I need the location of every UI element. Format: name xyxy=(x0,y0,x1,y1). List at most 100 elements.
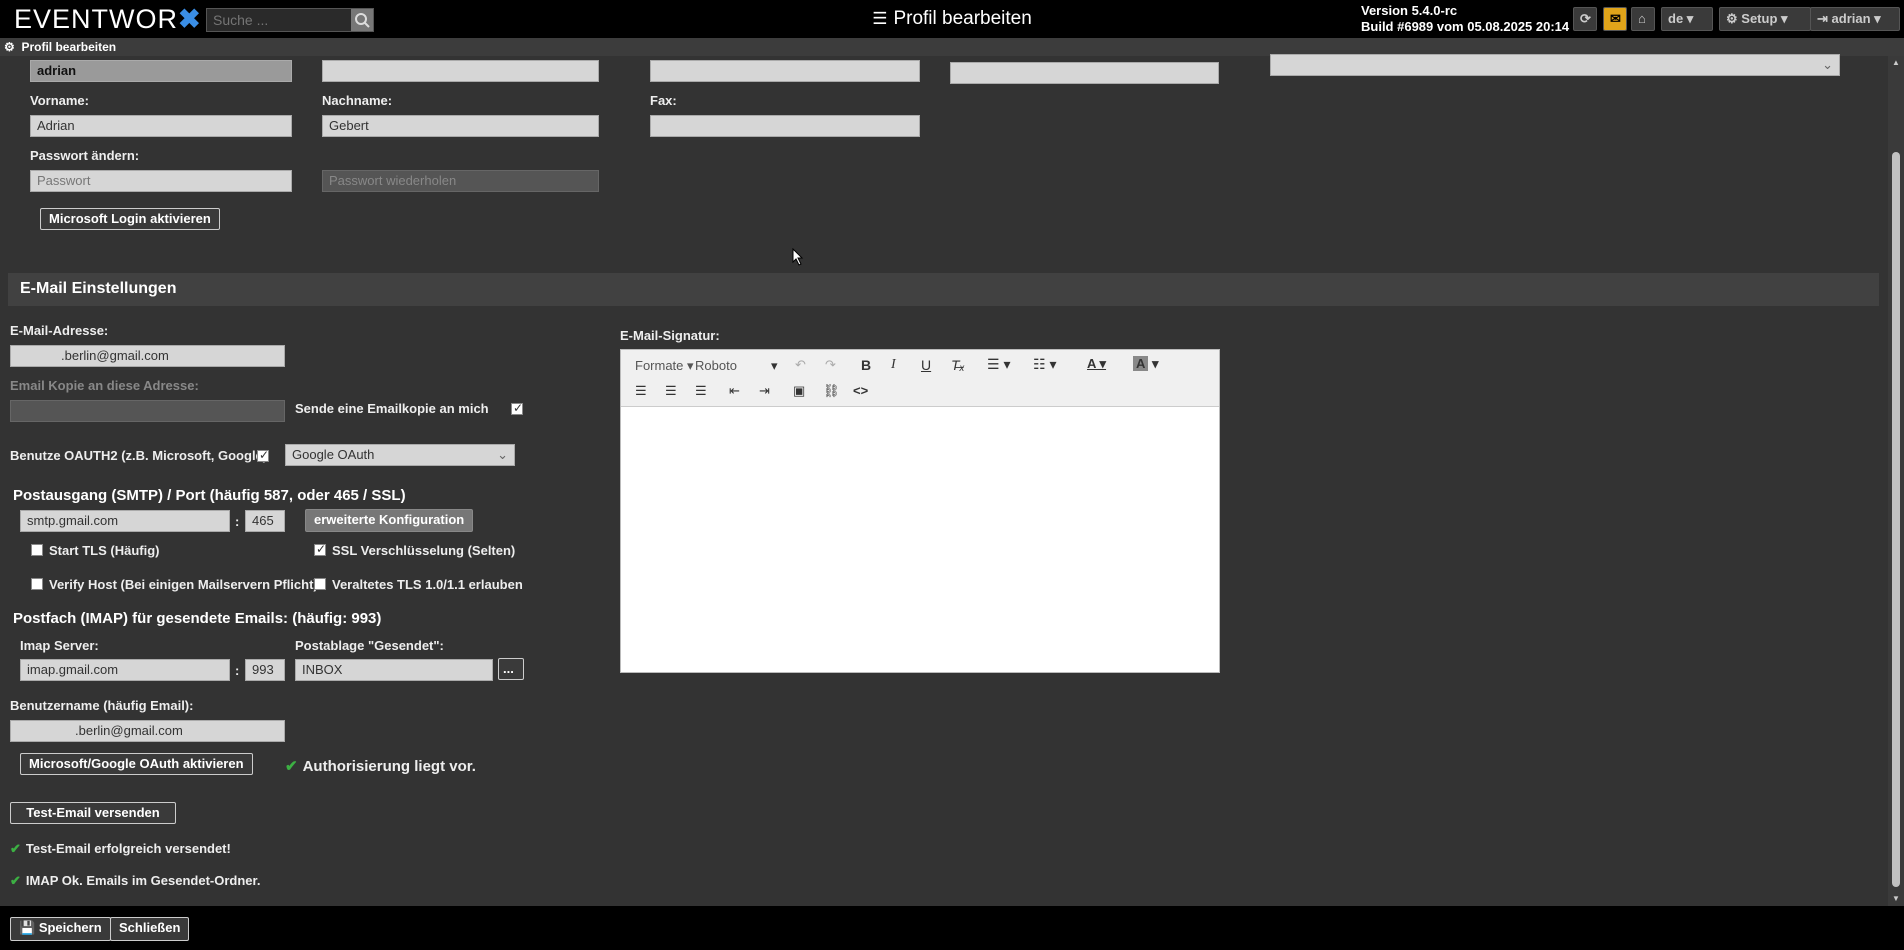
send-copy-label: Sende eine Emailkopie an mich xyxy=(295,401,489,416)
ssl-checkbox[interactable] xyxy=(314,542,326,556)
microsoft-login-button[interactable]: Microsoft Login aktivieren xyxy=(40,208,220,230)
imap-result: ✔ IMAP Ok. Emails im Gesendet-Ordner. xyxy=(10,873,261,888)
chevron-down-icon: ▾ xyxy=(1874,11,1881,26)
verify-host-checkbox[interactable] xyxy=(31,578,43,590)
profile-field-3[interactable] xyxy=(650,60,920,82)
undo-icon[interactable]: ↶ xyxy=(795,357,806,373)
bullet-list-icon[interactable]: ☰ ▾ xyxy=(987,356,1010,373)
logout-icon: ⇥ xyxy=(1817,11,1828,26)
email-username-label: Benutzername (häufig Email): xyxy=(10,698,194,713)
chevron-down-icon: ▾ xyxy=(1686,11,1694,26)
home-button[interactable]: ⌂ xyxy=(1631,7,1655,31)
align-left-icon[interactable]: ☰ xyxy=(635,383,647,399)
imap-server-field[interactable]: imap.gmail.com xyxy=(20,659,230,681)
refresh-icon: ⟳ xyxy=(1580,11,1591,26)
smtp-port-field[interactable]: 465 xyxy=(245,510,285,532)
oauth-checkbox[interactable] xyxy=(257,448,269,462)
scroll-up-icon[interactable]: ▲ xyxy=(1892,58,1900,67)
background-color-icon[interactable]: A ▾ xyxy=(1133,356,1159,372)
mail-button[interactable]: ✉ xyxy=(1603,7,1627,31)
profile-select[interactable]: ⌄ xyxy=(1270,54,1840,76)
starttls-label: Start TLS (Häufig) xyxy=(49,543,160,558)
starttls-checkbox[interactable] xyxy=(31,544,43,556)
fax-field[interactable] xyxy=(650,115,920,137)
mouse-cursor-icon xyxy=(792,248,804,266)
email-address-field[interactable]: .berlin@gmail.com xyxy=(10,345,285,367)
port-separator: : xyxy=(235,514,240,529)
oauth-provider-select[interactable]: Google OAuth ⌄ xyxy=(285,444,515,466)
smtp-server-field[interactable]: smtp.gmail.com xyxy=(20,510,230,532)
formats-dropdown[interactable]: Formate ▾ xyxy=(635,358,694,374)
signature-label: E-Mail-Signatur: xyxy=(620,328,720,343)
gear-icon: ⚙ xyxy=(4,40,15,54)
oauth-activate-button[interactable]: Microsoft/Google OAuth aktivieren xyxy=(20,753,253,775)
send-copy-checkbox[interactable] xyxy=(511,401,523,415)
imap-server-label: Imap Server: xyxy=(20,638,99,653)
firstname-field[interactable]: Adrian xyxy=(30,115,292,137)
italic-icon[interactable]: I xyxy=(891,357,896,373)
outdent-icon[interactable]: ⇤ xyxy=(729,383,740,399)
imap-port-field[interactable]: 993 xyxy=(245,659,285,681)
list-icon: ☰ xyxy=(872,9,888,28)
page-scrollbar[interactable]: ▲ ▼ xyxy=(1888,56,1904,906)
email-copy-field[interactable] xyxy=(10,400,285,422)
numbered-list-icon[interactable]: ☷ ▾ xyxy=(1033,356,1056,373)
old-tls-label: Veraltetes TLS 1.0/1.1 erlauben xyxy=(332,577,523,592)
chevron-down-icon: ⌄ xyxy=(1822,57,1833,72)
floppy-disk-icon: 💾 xyxy=(19,920,36,935)
setup-menu[interactable]: ⚙ Setup ▾ xyxy=(1719,7,1811,31)
old-tls-checkbox[interactable] xyxy=(314,578,326,590)
version-info: Version 5.4.0-rc Build #6989 vom 05.08.2… xyxy=(1361,3,1570,34)
check-icon: ✔ xyxy=(285,758,298,775)
fax-label: Fax: xyxy=(650,93,677,108)
password-field[interactable]: Passwort xyxy=(30,170,292,192)
email-username-field[interactable]: .berlin@gmail.com xyxy=(10,720,285,742)
redo-icon[interactable]: ↷ xyxy=(825,357,836,373)
align-right-icon[interactable]: ☰ xyxy=(695,383,707,399)
mail-icon: ✉ xyxy=(1610,11,1621,26)
profile-field-2[interactable] xyxy=(322,60,599,82)
scroll-down-icon[interactable]: ▼ xyxy=(1892,894,1900,903)
editor-toolbar: Formate ▾ Roboto ▾ ↶ ↷ B I U T̶ₓ ☰ ▾ ☷ ▾… xyxy=(621,350,1219,407)
signature-editor: Formate ▾ Roboto ▾ ↶ ↷ B I U T̶ₓ ☰ ▾ ☷ ▾… xyxy=(620,349,1220,673)
user-menu[interactable]: ⇥ adrian ▾ xyxy=(1810,7,1900,31)
save-button[interactable]: 💾 Speichern xyxy=(10,917,111,941)
image-icon[interactable]: ▣ xyxy=(793,383,805,399)
test-email-button[interactable]: Test-Email versenden xyxy=(10,802,176,824)
bold-icon[interactable]: B xyxy=(861,357,871,373)
underline-icon[interactable]: U xyxy=(921,357,931,373)
gear-icon: ⚙ xyxy=(1726,11,1738,26)
lastname-field[interactable]: Gebert xyxy=(322,115,599,137)
scrollbar-thumb[interactable] xyxy=(1892,152,1900,887)
profile-field-4[interactable] xyxy=(950,62,1219,84)
editor-content-area[interactable] xyxy=(621,407,1219,672)
clear-format-icon[interactable]: T̶ₓ xyxy=(951,357,965,373)
language-select[interactable]: de ▾ xyxy=(1661,7,1713,31)
email-section-header: E-Mail Einstellungen xyxy=(8,273,1879,306)
source-code-icon[interactable]: <> xyxy=(853,383,868,398)
smtp-heading: Postausgang (SMTP) / Port (häufig 587, o… xyxy=(13,487,406,504)
font-dropdown-arrow-icon[interactable]: ▾ xyxy=(771,358,778,374)
username-field[interactable]: adrian xyxy=(30,60,292,82)
oauth-label: Benutze OAUTH2 (z.B. Microsoft, Google) xyxy=(10,448,268,463)
home-icon: ⌂ xyxy=(1638,11,1646,26)
link-icon[interactable]: ⛓ xyxy=(823,383,840,399)
check-icon: ✔ xyxy=(10,873,21,888)
sent-folder-label: Postablage "Gesendet": xyxy=(295,638,444,653)
text-color-icon[interactable]: A ▾ xyxy=(1087,356,1106,372)
top-bar: EVENTWOR✖ ☰Profil bearbeiten Version 5.4… xyxy=(0,0,1904,38)
refresh-button[interactable]: ⟳ xyxy=(1573,7,1597,31)
close-button[interactable]: Schließen xyxy=(110,917,190,941)
indent-icon[interactable]: ⇥ xyxy=(759,383,770,399)
firstname-label: Vorname: xyxy=(30,93,89,108)
browse-folder-button[interactable]: ... xyxy=(498,658,524,680)
advanced-config-button[interactable]: erweiterte Konfiguration xyxy=(305,509,474,532)
email-address-label: E-Mail-Adresse: xyxy=(10,323,109,338)
font-dropdown[interactable]: Roboto xyxy=(695,358,737,373)
align-center-icon[interactable]: ☰ xyxy=(665,383,677,399)
sent-folder-field[interactable]: INBOX xyxy=(295,659,493,681)
test-email-result: ✔ Test-Email erfolgreich versendet! xyxy=(10,841,231,856)
port-separator: : xyxy=(235,663,240,678)
password-label: Passwort ändern: xyxy=(30,148,140,163)
password-repeat-field[interactable]: Passwort wiederholen xyxy=(322,170,599,192)
